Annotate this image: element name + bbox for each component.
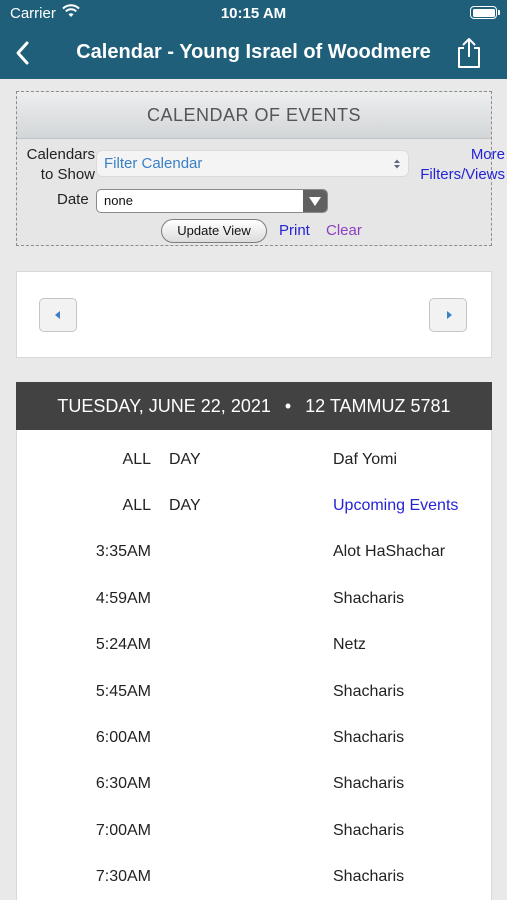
- gregorian-date: TUESDAY, JUNE 22, 2021: [57, 396, 271, 416]
- date-select-value: none: [104, 193, 133, 208]
- clear-link[interactable]: Clear: [326, 222, 362, 239]
- calendars-label-line1: Calendars: [26, 146, 95, 163]
- event-name: Shacharis: [333, 822, 405, 839]
- day-header: TUESDAY, JUNE 22, 2021 • 12 TAMMUZ 5781: [16, 382, 492, 430]
- status-time: 10:15 AM: [220, 5, 287, 22]
- date-separator: •: [284, 396, 292, 416]
- event-row: 4:59AM Shacharis: [17, 576, 491, 622]
- events-list: TUESDAY, JUNE 22, 2021 • 12 TAMMUZ 5781 AL…: [16, 382, 492, 900]
- event-time: ALL: [122, 497, 151, 514]
- dropdown-arrow-icon: [303, 190, 327, 212]
- event-row: 6:30AM Shacharis: [17, 761, 491, 807]
- event-row: 5:45AM Shacharis: [17, 669, 491, 715]
- event-row: ALL DAY Upcoming Events: [17, 483, 491, 529]
- event-time: 6:00AM: [95, 729, 151, 746]
- event-row: 5:24AM Netz: [17, 622, 491, 668]
- event-row: 3:35AM Alot HaShachar: [17, 529, 491, 575]
- calendar-filter-panel: CALENDAR OF EVENTS Calendars to Show Fil…: [16, 91, 505, 246]
- hebrew-date: 12 TAMMUZ 5781: [305, 396, 451, 416]
- event-time: ALL: [122, 451, 151, 468]
- event-time: 3:35AM: [95, 543, 151, 560]
- next-day-button[interactable]: [429, 298, 467, 332]
- event-name: Netz: [333, 636, 366, 653]
- event-row: 7:00AM Shacharis: [17, 808, 491, 854]
- event-name: Shacharis: [333, 868, 405, 885]
- event-row: 7:30AM Shacharis: [17, 854, 491, 900]
- calendar-of-events-header: CALENDAR OF EVENTS: [17, 92, 491, 139]
- update-view-button[interactable]: Update View: [161, 219, 267, 243]
- select-arrows-icon: [394, 159, 400, 169]
- event-time-suffix: DAY: [169, 451, 201, 468]
- event-name: Shacharis: [333, 775, 405, 792]
- previous-day-button[interactable]: [39, 298, 77, 332]
- event-name: Shacharis: [333, 590, 405, 607]
- event-time: 4:59AM: [95, 590, 151, 607]
- upcoming-events-link[interactable]: Upcoming Events: [333, 497, 458, 515]
- event-time: 7:00AM: [95, 822, 151, 839]
- filter-calendar-select[interactable]: Filter Calendar: [96, 150, 409, 177]
- navigation-bar: Calendar - Young Israel of Woodmere: [0, 28, 507, 79]
- page-title: Calendar - Young Israel of Woodmere: [76, 41, 431, 63]
- event-name: Shacharis: [333, 683, 405, 700]
- event-row: 6:00AM Shacharis: [17, 715, 491, 761]
- event-name: Shacharis: [333, 729, 405, 746]
- more-filters-views-link[interactable]: More Filters/Views: [413, 145, 505, 185]
- more-filters-line2: Filters/Views: [420, 166, 505, 183]
- calendars-label-line2: to Show: [40, 166, 95, 183]
- filter-calendar-value: Filter Calendar: [104, 155, 203, 172]
- calendars-to-show-label: Calendars to Show: [19, 145, 95, 185]
- event-time: 7:30AM: [95, 868, 151, 885]
- event-time: 5:45AM: [95, 683, 151, 700]
- event-name: Daf Yomi: [333, 451, 398, 468]
- event-time-suffix: DAY: [169, 497, 201, 514]
- date-select[interactable]: none: [96, 189, 328, 213]
- right-arrow-icon: [447, 311, 452, 319]
- more-filters-line1: More: [470, 146, 505, 163]
- back-chevron-icon[interactable]: [10, 39, 38, 67]
- share-icon[interactable]: [455, 37, 483, 69]
- event-row: ALL DAY Daf Yomi: [17, 437, 491, 483]
- battery-icon: [470, 6, 500, 19]
- status-bar: Carrier 10:15 AM: [0, 0, 507, 28]
- left-arrow-icon: [55, 311, 60, 319]
- event-time: 6:30AM: [95, 775, 151, 792]
- date-pager: [16, 271, 492, 358]
- event-time: 5:24AM: [95, 636, 151, 653]
- event-name: Alot HaShachar: [333, 543, 446, 560]
- date-label: Date: [57, 191, 89, 208]
- print-link[interactable]: Print: [279, 222, 310, 239]
